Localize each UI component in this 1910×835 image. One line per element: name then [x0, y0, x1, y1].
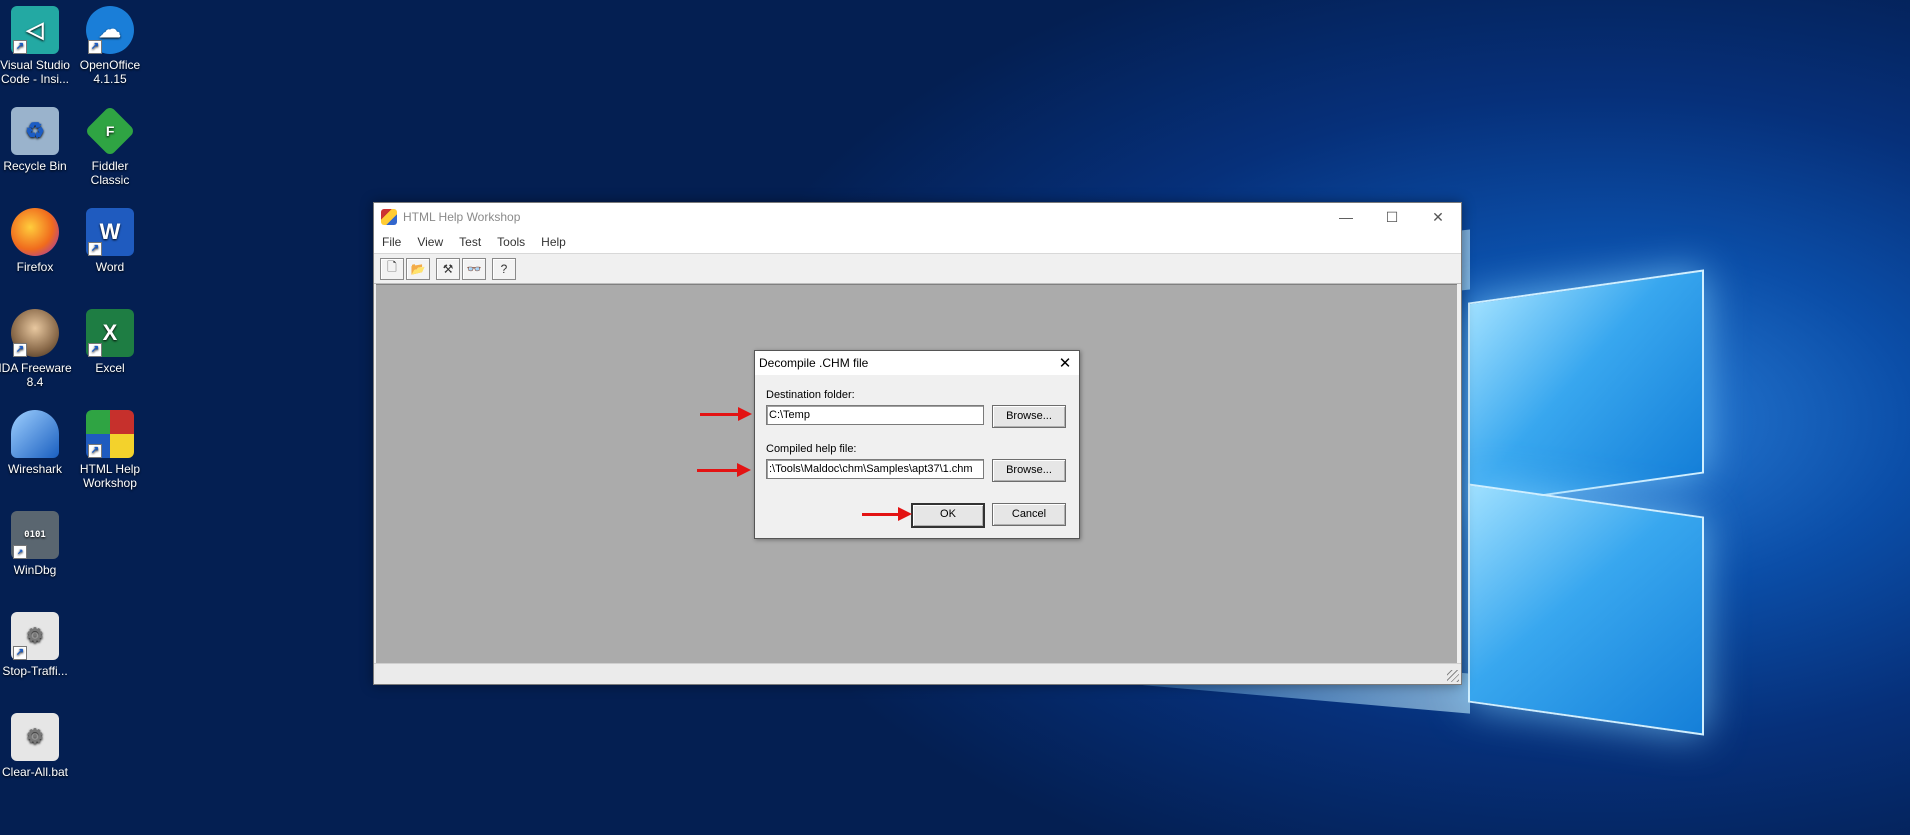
desktop-icon-windbg[interactable]: 0101 ↗ WinDbg: [0, 511, 73, 577]
dialog-close-icon[interactable]: ✕: [1051, 354, 1079, 372]
menu-bar: File View Test Tools Help: [374, 231, 1461, 254]
compiled-help-file-input[interactable]: :\Tools\Maldoc\chm\Samples\apt37\1.chm: [766, 459, 984, 479]
minimize-button[interactable]: —: [1323, 203, 1369, 231]
fiddler-icon: F: [84, 105, 136, 157]
desktop-icon-label: Fiddler Classic: [90, 159, 130, 187]
desktop-icon-wireshark[interactable]: Wireshark: [0, 410, 73, 476]
desktop-icon-label: IDA Freeware 8.4: [0, 361, 72, 389]
desktop-icon-label: Word: [95, 260, 125, 274]
desktop-icon-vscode[interactable]: ◁ ↗ Visual Studio Code - Insi...: [0, 6, 73, 86]
desktop-icon-recycle-bin[interactable]: ♻ Recycle Bin: [0, 107, 73, 173]
vscode-icon: ◁ ↗: [11, 6, 59, 54]
view-compiled-icon[interactable]: 👓: [462, 257, 486, 280]
open-folder-icon[interactable]: 📂: [406, 257, 430, 280]
batch-file-icon: ⚙: [11, 713, 59, 761]
menu-test[interactable]: Test: [451, 235, 489, 249]
wireshark-icon: [11, 410, 59, 458]
desktop-icon-label: Visual Studio Code - Insi...: [0, 58, 70, 86]
decompile-dialog: Decompile .CHM file ✕ Destination folder…: [754, 350, 1080, 539]
recycle-bin-icon: ♻: [11, 107, 59, 155]
desktop-icon-label: Clear-All.bat: [1, 765, 69, 779]
word-icon: W ↗: [86, 208, 134, 256]
shortcut-arrow-icon: ↗: [13, 343, 27, 357]
desktop-icon-label: HTML Help Workshop: [79, 462, 141, 490]
desktop-icon-label: Firefox: [16, 260, 54, 274]
browse-destination-button[interactable]: Browse...: [992, 405, 1066, 428]
desktop-icon-fiddler[interactable]: F Fiddler Classic: [72, 105, 148, 187]
desktop-icon-label: WinDbg: [13, 563, 57, 577]
maximize-button[interactable]: ☐: [1369, 203, 1415, 231]
desktop-icon-html-help-workshop[interactable]: ↗ HTML Help Workshop: [72, 410, 148, 490]
html-help-workshop-icon: ↗: [86, 410, 134, 458]
annotation-arrow: [862, 507, 912, 521]
desktop-icon-excel[interactable]: X ↗ Excel: [72, 309, 148, 375]
windbg-icon: 0101 ↗: [11, 511, 59, 559]
annotation-arrow: [697, 463, 751, 477]
cancel-button[interactable]: Cancel: [992, 503, 1066, 526]
desktop-icon-clear-all[interactable]: ⚙ Clear-All.bat: [0, 713, 73, 779]
shortcut-arrow-icon: ↗: [88, 40, 102, 54]
desktop-icon-label: Recycle Bin: [3, 159, 67, 173]
new-file-icon[interactable]: 🗋: [380, 257, 404, 280]
app-icon: [381, 209, 397, 225]
close-button[interactable]: ✕: [1415, 203, 1461, 231]
menu-file[interactable]: File: [374, 235, 409, 249]
excel-icon: X ↗: [86, 309, 134, 357]
annotation-arrow: [700, 407, 752, 421]
desktop-icon-openoffice[interactable]: ☁ ↗ OpenOffice 4.1.15: [72, 6, 148, 86]
compile-icon[interactable]: ⚒: [436, 257, 460, 280]
desktop-icon-stop-traffic[interactable]: ⚙ ↗ Stop-Traffi...: [0, 612, 73, 678]
desktop-icon-firefox[interactable]: Firefox: [0, 208, 73, 274]
desktop-icon-label: Excel: [95, 361, 125, 375]
desktop-icon-label: Stop-Traffi...: [2, 664, 68, 678]
status-bar: [374, 663, 1461, 684]
ok-button[interactable]: OK: [911, 503, 985, 528]
batch-file-icon: ⚙ ↗: [11, 612, 59, 660]
windows-logo-pane: [1468, 269, 1704, 507]
compiled-help-file-label: Compiled help file:: [766, 443, 857, 455]
shortcut-arrow-icon: ↗: [13, 646, 27, 660]
browse-compiled-button[interactable]: Browse...: [992, 459, 1066, 482]
menu-tools[interactable]: Tools: [489, 235, 533, 249]
desktop-icon-label: Wireshark: [7, 462, 62, 476]
desktop-icon-word[interactable]: W ↗ Word: [72, 208, 148, 274]
windows-logo-pane: [1468, 483, 1704, 736]
menu-view[interactable]: View: [409, 235, 451, 249]
shortcut-arrow-icon: ↗: [88, 444, 102, 458]
shortcut-arrow-icon: ↗: [13, 40, 27, 54]
openoffice-icon: ☁ ↗: [86, 6, 134, 54]
window-title: HTML Help Workshop: [403, 210, 521, 224]
ida-icon: ↗: [11, 309, 59, 357]
window-titlebar[interactable]: HTML Help Workshop — ☐ ✕: [374, 203, 1461, 231]
shortcut-arrow-icon: ↗: [13, 545, 27, 559]
help-icon[interactable]: ?: [492, 257, 516, 280]
toolbar: 🗋 📂 ⚒ 👓 ?: [374, 254, 1461, 284]
destination-folder-input[interactable]: C:\Temp: [766, 405, 984, 425]
dialog-titlebar[interactable]: Decompile .CHM file ✕: [755, 351, 1079, 375]
shortcut-arrow-icon: ↗: [88, 242, 102, 256]
destination-folder-label: Destination folder:: [766, 389, 855, 401]
dialog-title: Decompile .CHM file: [759, 356, 869, 370]
desktop-icon-ida[interactable]: ↗ IDA Freeware 8.4: [0, 309, 73, 389]
desktop-icon-label: OpenOffice 4.1.15: [79, 58, 141, 86]
shortcut-arrow-icon: ↗: [88, 343, 102, 357]
firefox-icon: [11, 208, 59, 256]
resize-grip[interactable]: [1447, 670, 1459, 682]
menu-help[interactable]: Help: [533, 235, 574, 249]
